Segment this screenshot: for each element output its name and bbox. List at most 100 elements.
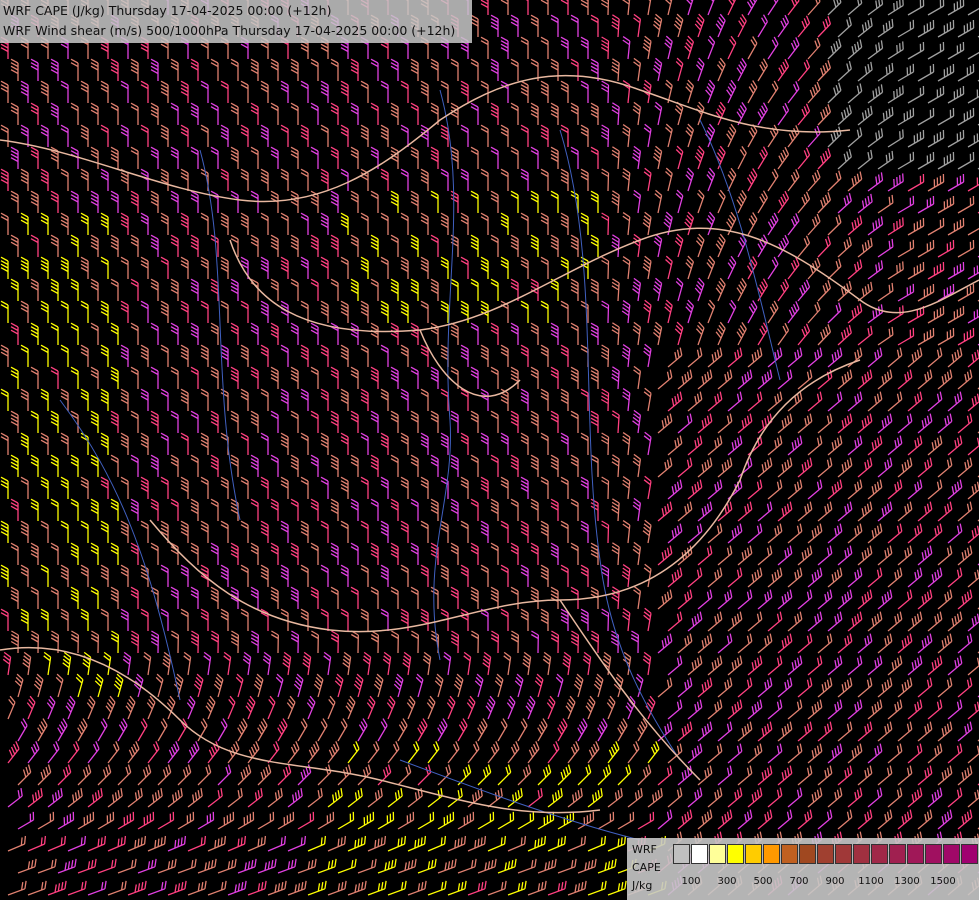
wind-barb <box>490 278 499 301</box>
wind-barb <box>642 651 652 676</box>
wind-barb <box>110 278 119 301</box>
legend-swatch <box>907 844 924 864</box>
wind-barb <box>10 366 19 389</box>
wind-barb <box>307 835 327 852</box>
wind-barb <box>647 0 652 16</box>
legend-swatch <box>961 844 978 864</box>
wind-barb <box>787 0 800 16</box>
wind-barb <box>967 309 979 324</box>
wind-barb <box>827 302 842 324</box>
wind-barb <box>590 190 599 213</box>
wind-barb <box>687 435 703 456</box>
wind-barb <box>60 344 69 367</box>
wind-barb <box>857 325 873 346</box>
wind-barb <box>867 128 884 148</box>
wind-barb <box>520 124 529 147</box>
wind-barb <box>97 718 108 742</box>
wind-barb <box>7 788 23 808</box>
wind-barb <box>390 278 399 301</box>
legend-swatch <box>817 844 834 864</box>
wind-barb <box>947 743 963 764</box>
wind-barb <box>582 651 592 676</box>
wind-barb <box>967 7 979 16</box>
wind-barb <box>150 366 159 389</box>
wind-barb <box>270 542 279 565</box>
wind-barb <box>957 239 975 258</box>
wind-barb <box>907 567 923 588</box>
wind-barb <box>460 388 469 411</box>
wind-barb <box>327 788 343 808</box>
wind-barb <box>947 305 965 324</box>
wind-barb <box>240 520 249 543</box>
wind-barb <box>80 168 89 191</box>
wind-barb <box>520 80 529 103</box>
wind-barb <box>0 344 9 367</box>
wind-barb <box>947 173 965 192</box>
wind-barb <box>60 168 69 191</box>
wind-barb <box>694 13 705 38</box>
wind-barb <box>370 366 379 389</box>
wind-barb <box>14 673 24 698</box>
wind-barb <box>127 835 147 852</box>
wind-barb <box>530 630 539 654</box>
wind-barb <box>170 454 179 477</box>
wind-barb <box>593 673 604 698</box>
wind-barb <box>694 277 705 302</box>
wind-barb <box>406 695 416 720</box>
wind-barb <box>200 608 209 631</box>
wind-barb <box>155 673 164 698</box>
wind-barb <box>30 498 39 521</box>
wind-barb <box>510 586 519 609</box>
wind-barb <box>0 168 9 191</box>
wind-barb <box>867 435 883 456</box>
wind-barb <box>622 36 631 60</box>
wind-barb <box>317 858 337 874</box>
wind-barb <box>907 523 923 544</box>
wind-barb <box>320 608 329 631</box>
wind-barb <box>967 177 979 192</box>
wind-barb <box>565 695 576 720</box>
wind-barb <box>530 14 539 37</box>
wind-barb <box>737 721 753 742</box>
wind-barb <box>817 809 833 830</box>
wind-barb <box>207 835 227 852</box>
wind-barb <box>160 564 169 587</box>
wind-barb <box>787 435 803 456</box>
wind-barb <box>65 695 76 720</box>
wind-barb <box>187 835 207 852</box>
wind-barb <box>967 789 979 808</box>
wind-barb <box>434 673 444 698</box>
wind-barb <box>514 673 524 698</box>
wind-barb <box>400 124 409 147</box>
wind-barb <box>837 148 852 170</box>
wind-barb <box>240 564 249 587</box>
wind-barb <box>647 788 663 808</box>
wind-barb <box>707 567 723 588</box>
wind-barb <box>480 344 489 367</box>
wind-barb <box>827 435 843 456</box>
wind-barb <box>817 721 833 742</box>
wind-barb <box>847 171 863 192</box>
wind-barb <box>250 366 259 389</box>
wind-barb <box>907 787 923 808</box>
wind-barb <box>727 391 743 412</box>
wind-barb <box>80 520 89 543</box>
wind-barb <box>622 608 631 632</box>
wind-barb <box>240 124 249 147</box>
wind-barb <box>160 388 169 411</box>
wind-barb <box>330 102 339 125</box>
wind-barb <box>737 545 753 566</box>
wind-barb <box>537 764 552 786</box>
wind-barb <box>217 858 237 874</box>
wind-barb <box>867 743 883 764</box>
wind-barb <box>490 542 499 565</box>
wind-barb <box>947 611 963 632</box>
wind-barb <box>877 326 894 346</box>
wind-barb <box>611 278 620 302</box>
wind-barb <box>397 858 417 874</box>
wind-barb <box>140 564 149 587</box>
wind-barb <box>622 432 631 456</box>
wind-barb <box>170 630 179 654</box>
wind-barb <box>190 542 199 565</box>
wind-barb <box>777 413 793 434</box>
